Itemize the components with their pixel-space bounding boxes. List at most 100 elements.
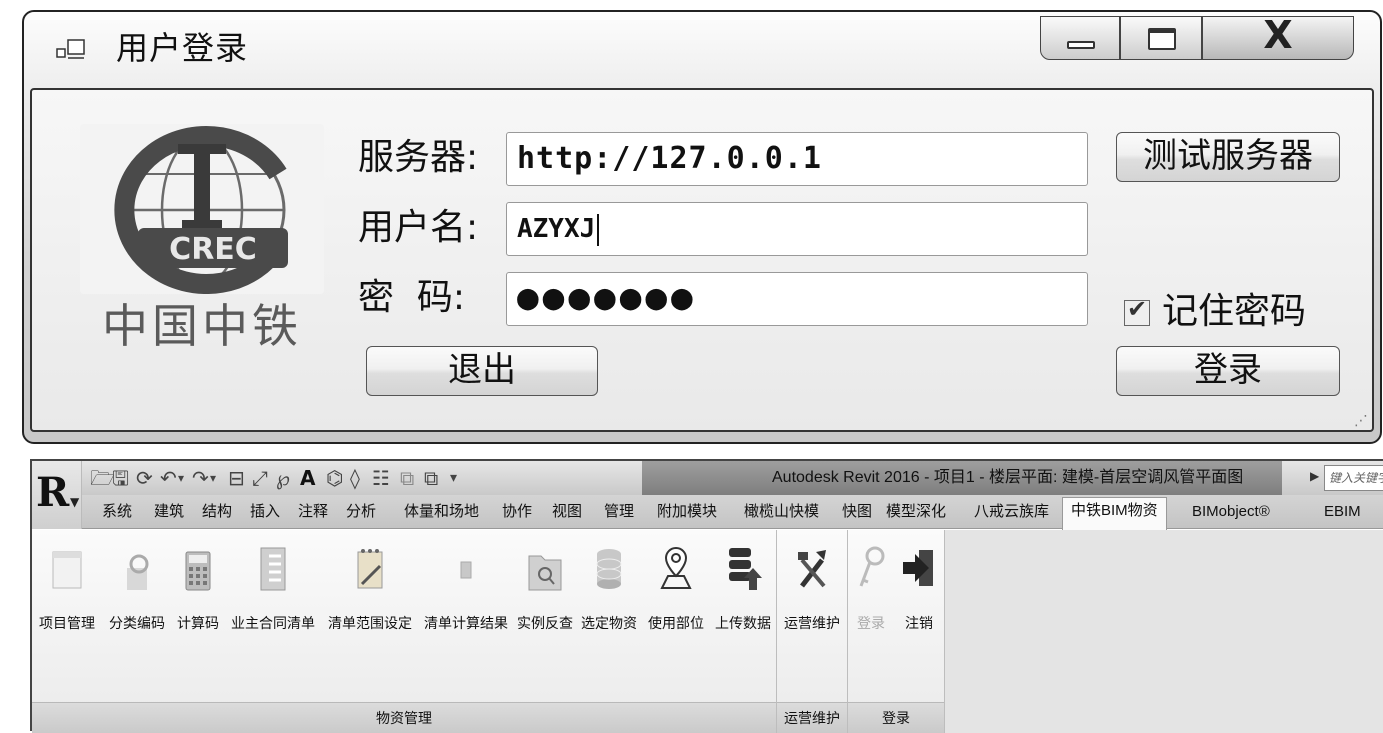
switch-windows-icon[interactable]: ⧉ [424, 466, 438, 490]
redo-icon[interactable]: ↷ [192, 466, 209, 490]
save-icon[interactable]: 🖫 [112, 466, 129, 490]
username-input[interactable]: AZYXJ [506, 202, 1088, 256]
window-title: 用户登录 [116, 29, 249, 67]
panel-separator [944, 530, 945, 733]
dimension-icon[interactable]: ℘ [276, 466, 290, 490]
password-label: 密 码: [358, 277, 466, 318]
ribbon-empty-area [944, 530, 1383, 733]
notepad-icon [357, 549, 383, 589]
username-value: AZYXJ [517, 214, 596, 244]
ribbon-login-button[interactable]: 登录 [848, 536, 894, 654]
remember-password-label[interactable]: 记住密码 [1162, 286, 1306, 338]
tab-annotate[interactable]: 注释 [298, 499, 328, 529]
tab-structure[interactable]: 结构 [202, 499, 232, 529]
button-label: 登录 [857, 615, 885, 631]
password-mask: ●●●●●●● [517, 277, 697, 318]
application-menu-button[interactable]: R ▼ [32, 461, 82, 529]
tab-ebim[interactable]: EBIM [1324, 499, 1361, 529]
tab-model-detail[interactable]: 模型深化 [886, 499, 946, 529]
print-icon[interactable]: ⊟ [228, 466, 245, 490]
password-input[interactable]: ●●●●●●● [506, 272, 1088, 326]
remember-password-checkbox[interactable]: ✔ [1124, 295, 1150, 326]
list-icon [260, 547, 286, 591]
username-label: 用户名: [358, 207, 479, 248]
usage-location-button[interactable]: 使用部位 [642, 536, 710, 654]
text-icon[interactable]: A [300, 466, 315, 490]
calculation-code-button[interactable]: 计算码 [172, 536, 224, 654]
tab-crec-bim-materials[interactable]: 中铁BIM物资 [1062, 497, 1167, 530]
tab-insert[interactable]: 插入 [250, 499, 280, 529]
revit-logo-icon: R [36, 469, 70, 516]
info-center: ▶ 键入关键字或 [1310, 465, 1383, 491]
exit-button[interactable]: 退出 [366, 346, 598, 396]
tab-collaborate[interactable]: 协作 [502, 499, 532, 529]
folder-search-icon [528, 555, 562, 591]
button-label: 项目管理 [39, 615, 95, 631]
section-icon[interactable]: ◊ [350, 466, 360, 490]
revit-window-title: Autodesk Revit 2016 - 项目1 - 楼层平面: 建模-首层空… [772, 469, 1244, 486]
undo-dropdown-icon[interactable]: ▾ [178, 466, 184, 490]
server-input[interactable]: http://127.0.0.1 [506, 132, 1088, 186]
tab-bajie-cloud[interactable]: 八戒云族库 [974, 499, 1049, 529]
server-value: http://127.0.0.1 [517, 141, 822, 176]
tab-architecture[interactable]: 建筑 [154, 499, 184, 529]
window-icon [56, 39, 85, 59]
tab-kuaitu[interactable]: 快图 [842, 499, 872, 529]
result-icon [460, 561, 472, 579]
button-label: 实例反查 [517, 615, 573, 631]
customize-toolbar-icon[interactable]: ▾ [450, 466, 457, 490]
login-button[interactable]: 登录 [1116, 346, 1340, 396]
crec-emblem-icon: CREC [80, 124, 324, 294]
redo-dropdown-icon[interactable]: ▾ [210, 466, 216, 490]
button-label: 清单计算结果 [424, 615, 508, 631]
tab-ganlanshan[interactable]: 橄榄山快模 [744, 499, 819, 529]
maximize-button[interactable] [1120, 16, 1202, 60]
quick-access-toolbar: 🗁 🖫 ⟳ ↶ ▾ ↷ ▾ ⊟ ⤢ ℘ A ⌬ ◊ ☷ ⧉ ⧉ ▾ Autode… [82, 461, 1383, 495]
classification-code-button[interactable]: 分类编码 [102, 536, 172, 654]
measure-icon[interactable]: ⤢ [252, 466, 268, 490]
expand-arrow-icon[interactable]: ▶ [1310, 469, 1319, 483]
minimize-button[interactable] [1040, 16, 1120, 60]
ribbon-logout-button[interactable]: 注销 [894, 536, 944, 654]
ribbon-tab-bar: 系统 建筑 结构 插入 注释 分析 体量和场地 协作 视图 管理 附加模块 橄榄… [82, 495, 1383, 530]
list-scope-setting-button[interactable]: 清单范围设定 [322, 536, 418, 654]
undo-icon[interactable]: ↶ [160, 466, 177, 490]
tab-massing-site[interactable]: 体量和场地 [404, 499, 479, 529]
close-hidden-icon[interactable]: ⧉ [400, 466, 414, 490]
button-label: 选定物资 [581, 615, 637, 631]
project-management-button[interactable]: 项目管理 [32, 536, 102, 654]
tab-view[interactable]: 视图 [552, 499, 582, 529]
keyword-search-input[interactable]: 键入关键字或 [1324, 465, 1383, 491]
test-server-button[interactable]: 测试服务器 [1116, 132, 1340, 182]
owner-contract-list-button[interactable]: 业主合同清单 [224, 536, 322, 654]
key-icon [859, 546, 885, 587]
location-pin-icon [660, 546, 692, 589]
tab-analyze[interactable]: 分析 [346, 499, 376, 529]
tab-bimobject[interactable]: BIMobject® [1192, 499, 1270, 529]
upload-data-button[interactable]: 上传数据 [710, 536, 776, 654]
instance-lookup-button[interactable]: 实例反查 [514, 536, 576, 654]
upload-database-icon [729, 548, 762, 590]
classification-icon [127, 554, 149, 590]
sync-icon[interactable]: ⟳ [136, 466, 153, 490]
operations-maintenance-button[interactable]: 运营维护 [777, 536, 847, 654]
tools-icon [798, 550, 826, 588]
resize-grip-icon[interactable]: ⋰ [1354, 414, 1368, 428]
checkmark-icon: ✔ [1127, 295, 1148, 323]
title-bar[interactable]: 用户登录 X [24, 12, 1380, 88]
thin-lines-icon[interactable]: ☷ [372, 466, 390, 490]
revit-window: R ▼ 🗁 🖫 ⟳ ↶ ▾ ↷ ▾ ⊟ ⤢ ℘ A ⌬ ◊ ☷ ⧉ ⧉ ▾ Au… [30, 459, 1383, 733]
tab-system[interactable]: 系统 [102, 499, 132, 529]
3d-view-icon[interactable]: ⌬ [326, 466, 343, 490]
button-label: 计算码 [177, 615, 219, 631]
tab-add-ins[interactable]: 附加模块 [657, 499, 717, 529]
project-icon [52, 551, 82, 589]
company-logo: CREC 中国中铁 [80, 124, 324, 370]
panel-title-materials: 物资管理 [32, 702, 776, 733]
panel-title-login: 登录 [848, 702, 944, 733]
selected-materials-button[interactable]: 选定物资 [576, 536, 642, 654]
list-calculation-result-button[interactable]: 清单计算结果 [418, 536, 514, 654]
tab-manage[interactable]: 管理 [604, 499, 634, 529]
close-button[interactable]: X [1202, 13, 1354, 60]
maximize-icon [1148, 28, 1176, 50]
